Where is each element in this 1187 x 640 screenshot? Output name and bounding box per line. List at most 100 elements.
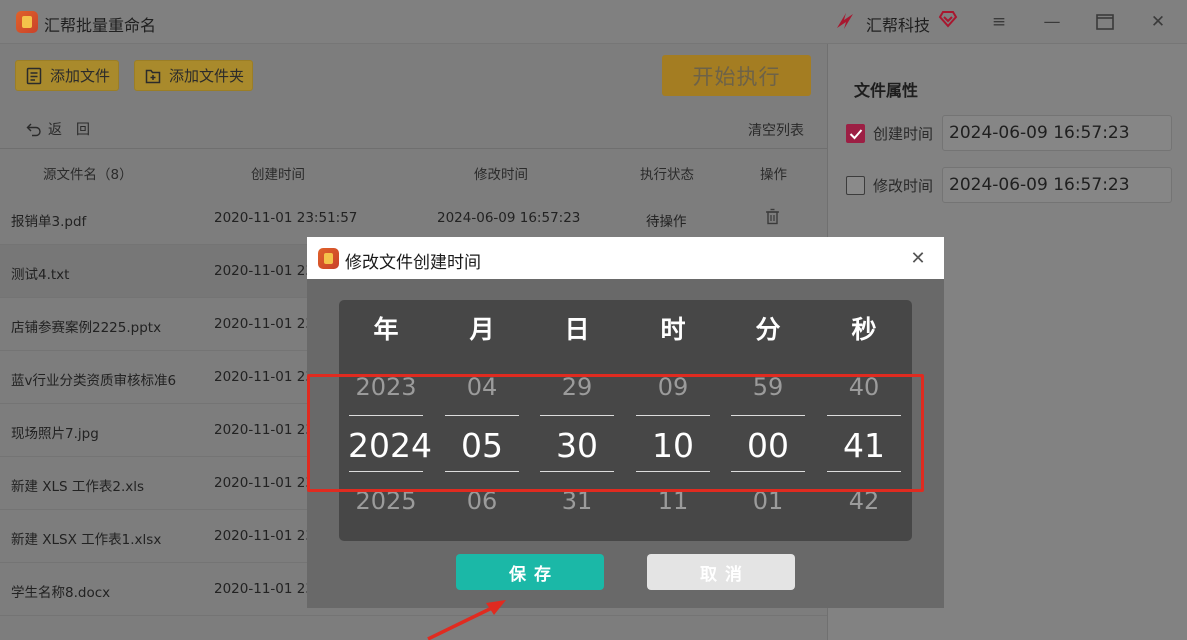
dialog-logo-icon <box>318 248 339 269</box>
selected-value[interactable]: 10 <box>635 426 711 465</box>
datetime-picker: 年 2023 2024 2025 月 04 05 06 日 29 30 31 时… <box>339 300 912 541</box>
back-label: 返 回 <box>48 122 90 138</box>
created-time-option[interactable]: 创建时间 <box>846 123 933 144</box>
next-value[interactable]: 42 <box>826 487 902 515</box>
created-time: 2020-11-01 23: <box>214 528 319 544</box>
status: 待操作 <box>646 214 687 230</box>
menu-icon[interactable]: ≡ <box>987 10 1011 34</box>
selection-line <box>540 471 614 472</box>
selection-line <box>445 471 519 472</box>
column-head: 月 <box>469 315 495 344</box>
selected-value[interactable]: 30 <box>539 426 615 465</box>
modified-time-label: 修改时间 <box>873 177 934 195</box>
prev-value[interactable]: 2023 <box>348 373 424 401</box>
created-time: 2020-11-01 23:51:57 <box>214 210 358 226</box>
start-button[interactable]: 开始执行 <box>662 55 811 96</box>
file-name: 店铺参赛案例2225.pptx <box>11 320 162 336</box>
brand-logo-icon <box>837 13 853 29</box>
prev-value[interactable]: 59 <box>730 373 806 401</box>
modified-time-option[interactable]: 修改时间 <box>846 175 933 196</box>
add-folder-label: 添加文件夹 <box>169 67 245 85</box>
col-header-modified: 修改时间 <box>474 167 528 183</box>
selected-value[interactable]: 41 <box>826 426 902 465</box>
save-button[interactable]: 保存 <box>456 554 604 590</box>
picker-column-minute[interactable]: 分 59 00 01 <box>730 300 806 541</box>
file-name: 报销单3.pdf <box>11 214 87 230</box>
selection-line <box>636 471 710 472</box>
selection-line <box>827 415 901 416</box>
column-head: 秒 <box>851 315 877 344</box>
title-bar: 汇帮批量重命名 汇帮科技 ≡ — ✕ <box>0 0 1187 44</box>
add-file-label: 添加文件 <box>50 67 111 85</box>
created-time: 2020-11-01 23: <box>214 369 319 385</box>
back-button[interactable]: 返 回 <box>26 119 90 139</box>
created-time: 2020-11-01 23: <box>214 316 319 332</box>
column-head: 年 <box>373 315 399 344</box>
created-time-checkbox[interactable] <box>846 124 865 143</box>
trash-icon[interactable] <box>765 208 780 225</box>
selection-line <box>349 471 423 472</box>
cancel-button[interactable]: 取消 <box>647 554 795 590</box>
file-name: 现场照片7.jpg <box>11 426 99 442</box>
prev-value[interactable]: 09 <box>635 373 711 401</box>
picker-column-month[interactable]: 月 04 05 06 <box>444 300 520 541</box>
next-value[interactable]: 01 <box>730 487 806 515</box>
modified-time: 2024-06-09 16:57:23 <box>437 210 581 226</box>
next-value[interactable]: 31 <box>539 487 615 515</box>
next-value[interactable]: 2025 <box>348 487 424 515</box>
picker-column-hour[interactable]: 时 09 10 11 <box>635 300 711 541</box>
column-head: 日 <box>564 315 590 344</box>
picker-column-second[interactable]: 秒 40 41 42 <box>826 300 902 541</box>
col-header-filename: 源文件名（8） <box>43 167 133 183</box>
selection-line <box>827 471 901 472</box>
close-icon[interactable]: ✕ <box>908 248 928 269</box>
app-logo-icon <box>16 11 38 33</box>
modified-time-checkbox[interactable] <box>846 176 865 195</box>
maximize-icon[interactable] <box>1093 10 1117 34</box>
file-name: 新建 XLSX 工作表1.xlsx <box>11 532 162 548</box>
minimize-icon[interactable]: — <box>1040 10 1064 34</box>
modify-created-time-dialog: 修改文件创建时间 ✕ 年 2023 2024 2025 月 04 05 06 日… <box>307 237 944 608</box>
close-icon[interactable]: ✕ <box>1146 10 1170 34</box>
divider <box>0 148 827 149</box>
created-time: 2020-11-01 23: <box>214 422 319 438</box>
app-title: 汇帮批量重命名 <box>44 16 157 35</box>
panel-title: 文件属性 <box>854 81 919 100</box>
brand-name: 汇帮科技 <box>866 16 931 35</box>
created-time-label: 创建时间 <box>873 125 934 143</box>
picker-column-day[interactable]: 日 29 30 31 <box>539 300 615 541</box>
selection-line <box>445 415 519 416</box>
created-time-field[interactable]: 2024-06-09 16:57:23 <box>942 115 1172 151</box>
selection-line <box>731 415 805 416</box>
clear-list-button[interactable]: 清空列表 <box>748 120 804 140</box>
check-icon <box>849 128 862 139</box>
next-value[interactable]: 11 <box>635 487 711 515</box>
selection-line <box>540 415 614 416</box>
prev-value[interactable]: 29 <box>539 373 615 401</box>
selection-line <box>731 471 805 472</box>
column-head: 时 <box>660 315 686 344</box>
file-name: 学生名称8.docx <box>11 585 111 601</box>
file-name: 测试4.txt <box>11 267 70 283</box>
back-arrow-icon <box>26 123 41 137</box>
created-time: 2020-11-01 23: <box>214 581 319 597</box>
add-folder-button[interactable]: 添加文件夹 <box>134 60 253 91</box>
prev-value[interactable]: 40 <box>826 373 902 401</box>
table-header: 源文件名（8） 创建时间 修改时间 执行状态 操作 <box>0 150 827 192</box>
dialog-header: 修改文件创建时间 ✕ <box>307 237 944 279</box>
add-file-button[interactable]: 添加文件 <box>15 60 119 91</box>
prev-value[interactable]: 04 <box>444 373 520 401</box>
file-name: 蓝v行业分类资质审核标准6 <box>11 373 177 389</box>
file-name: 新建 XLS 工作表2.xls <box>11 479 145 495</box>
column-head: 分 <box>755 315 781 344</box>
selected-value[interactable]: 2024 <box>348 426 432 465</box>
modified-time-field[interactable]: 2024-06-09 16:57:23 <box>942 167 1172 203</box>
next-value[interactable]: 06 <box>444 487 520 515</box>
file-icon <box>26 67 42 84</box>
vip-heart-icon[interactable] <box>938 9 958 29</box>
col-header-action: 操作 <box>760 167 787 183</box>
selected-value[interactable]: 00 <box>730 426 806 465</box>
picker-column-year[interactable]: 年 2023 2024 2025 <box>348 300 432 541</box>
selected-value[interactable]: 05 <box>444 426 520 465</box>
col-header-created: 创建时间 <box>251 167 305 183</box>
